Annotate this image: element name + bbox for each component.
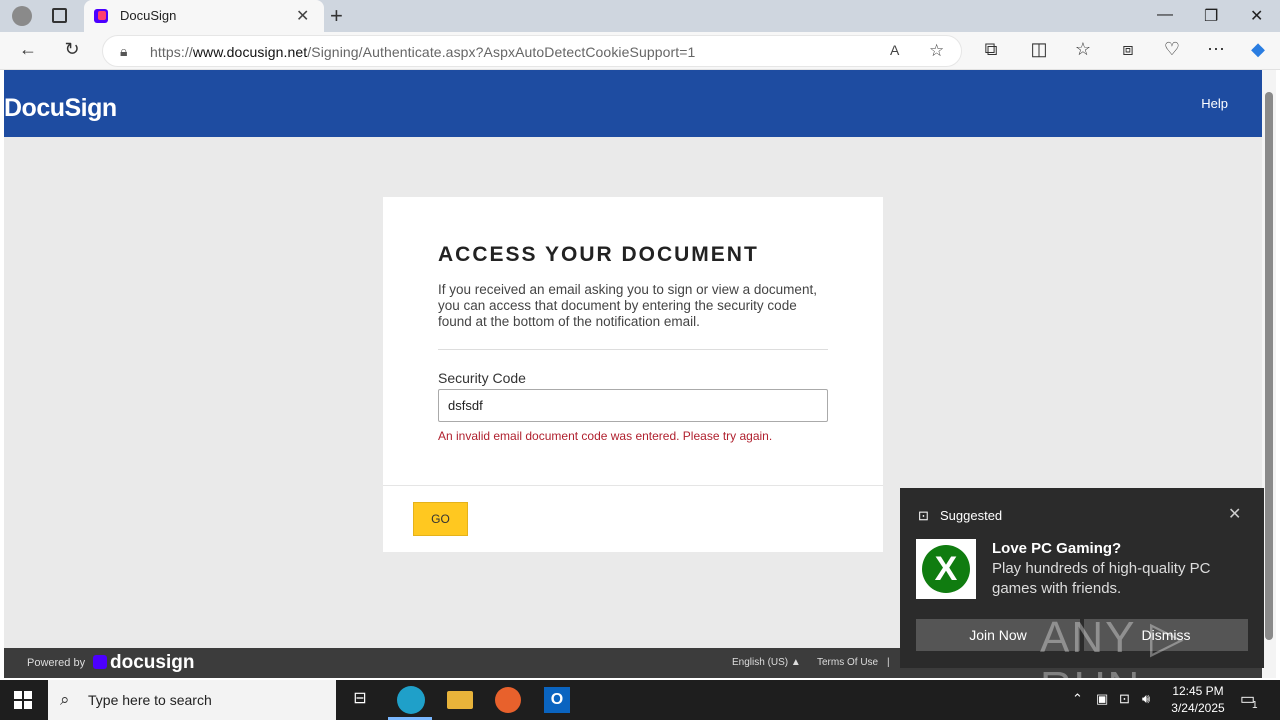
docusign-favicon-icon: [94, 9, 108, 23]
windows-taskbar: ⌕ Type here to search ⊟ O ⌃ ▣ ⊡ 🔊︎ 12:45…: [0, 680, 1280, 720]
access-document-card: ACCESS YOUR DOCUMENT If you received an …: [383, 197, 883, 552]
browser-toolbar: ← ↻ 🔒︎ https://www.docusign.net/Signing/…: [0, 32, 1280, 70]
toast-body: Play hundreds of high-quality PC games w…: [992, 560, 1211, 597]
scrollbar-thumb[interactable]: [1265, 92, 1273, 640]
search-placeholder: Type here to search: [88, 692, 212, 708]
security-code-label: Security Code: [438, 370, 526, 386]
go-button[interactable]: GO: [413, 502, 468, 536]
help-link[interactable]: Help: [1201, 96, 1228, 111]
device-icon[interactable]: ▣: [1096, 691, 1108, 707]
url-text[interactable]: https://www.docusign.net/Signing/Authent…: [150, 44, 695, 60]
clock-date: 3/24/2025: [1171, 701, 1225, 715]
suggested-icon: ⊡: [918, 508, 929, 523]
refresh-icon[interactable]: ↻: [61, 39, 83, 60]
more-menu-icon[interactable]: ⋯: [1205, 39, 1227, 60]
show-hidden-icons-icon[interactable]: ⌃: [1072, 691, 1083, 707]
favorite-star-icon[interactable]: ☆: [929, 41, 944, 61]
address-bar[interactable]: 🔒︎ https://www.docusign.net/Signing/Auth…: [102, 35, 962, 67]
extensions-icon[interactable]: ⧉: [980, 39, 1002, 60]
new-tab-icon[interactable]: +: [330, 3, 343, 29]
copilot-icon[interactable]: ◆: [1247, 39, 1269, 60]
browser-tab-bar: DocuSign ✕ + — ❐ ✕: [0, 0, 1280, 32]
language-selector[interactable]: English (US) ▲: [732, 657, 801, 668]
minimize-icon[interactable]: —: [1157, 6, 1173, 24]
notification-count-badge: 1: [1252, 700, 1258, 711]
clock-time: 12:45 PM: [1172, 684, 1224, 698]
page-header: DocuSign Help: [4, 70, 1262, 137]
divider: [438, 349, 828, 350]
footer-separator: |: [887, 657, 890, 668]
restore-icon[interactable]: ❐: [1204, 6, 1218, 26]
browser-essentials-icon[interactable]: ♡: [1161, 39, 1183, 60]
terms-of-use-link[interactable]: Terms Of Use: [817, 657, 878, 668]
firefox-icon[interactable]: [495, 687, 521, 713]
outlook-icon[interactable]: O: [544, 687, 570, 713]
split-screen-icon[interactable]: ◫: [1028, 39, 1050, 60]
read-aloud-icon[interactable]: A: [890, 42, 899, 58]
task-view-icon[interactable]: ⊟: [347, 688, 373, 712]
favorites-icon[interactable]: ☆: [1072, 39, 1094, 60]
taskbar-search-box[interactable]: ⌕ Type here to search: [48, 680, 336, 720]
system-clock[interactable]: 12:45 PM 3/24/2025: [1160, 683, 1236, 717]
card-description: If you received an email asking you to s…: [438, 282, 817, 329]
back-icon[interactable]: ←: [17, 39, 39, 60]
close-toast-icon[interactable]: ✕: [1228, 504, 1241, 524]
start-button[interactable]: [14, 691, 32, 709]
card-title: ACCESS YOUR DOCUMENT: [438, 243, 759, 266]
page-scrollbar[interactable]: [1262, 70, 1276, 678]
edge-icon[interactable]: [397, 686, 425, 714]
tab-docusign[interactable]: DocuSign ✕: [84, 0, 324, 32]
collections-icon[interactable]: ⧈: [1117, 39, 1139, 60]
powered-by-text: Powered by: [27, 657, 86, 669]
error-message: An invalid email document code was enter…: [438, 429, 773, 443]
docusign-logo[interactable]: DocuSign: [4, 94, 117, 123]
volume-icon[interactable]: 🔊︎: [1142, 691, 1150, 707]
lock-icon[interactable]: 🔒︎: [120, 43, 127, 60]
file-explorer-icon[interactable]: [447, 691, 473, 709]
security-code-input[interactable]: [438, 389, 828, 422]
docusign-footer-logo: docusign: [93, 652, 194, 674]
tab-title: DocuSign: [120, 8, 177, 23]
card-footer: GO: [383, 485, 883, 552]
xbox-logo-icon: X: [916, 539, 976, 599]
network-icon[interactable]: ⊡: [1119, 691, 1130, 707]
search-icon: ⌕: [60, 690, 70, 709]
close-tab-icon[interactable]: ✕: [296, 6, 309, 26]
docusign-mark-icon: [93, 655, 107, 669]
profile-icon[interactable]: [12, 6, 32, 26]
toast-title: Love PC Gaming?: [992, 540, 1122, 557]
tab-actions-icon[interactable]: [52, 8, 67, 23]
close-window-icon[interactable]: ✕: [1250, 6, 1263, 26]
toast-header: Suggested: [940, 508, 1003, 523]
